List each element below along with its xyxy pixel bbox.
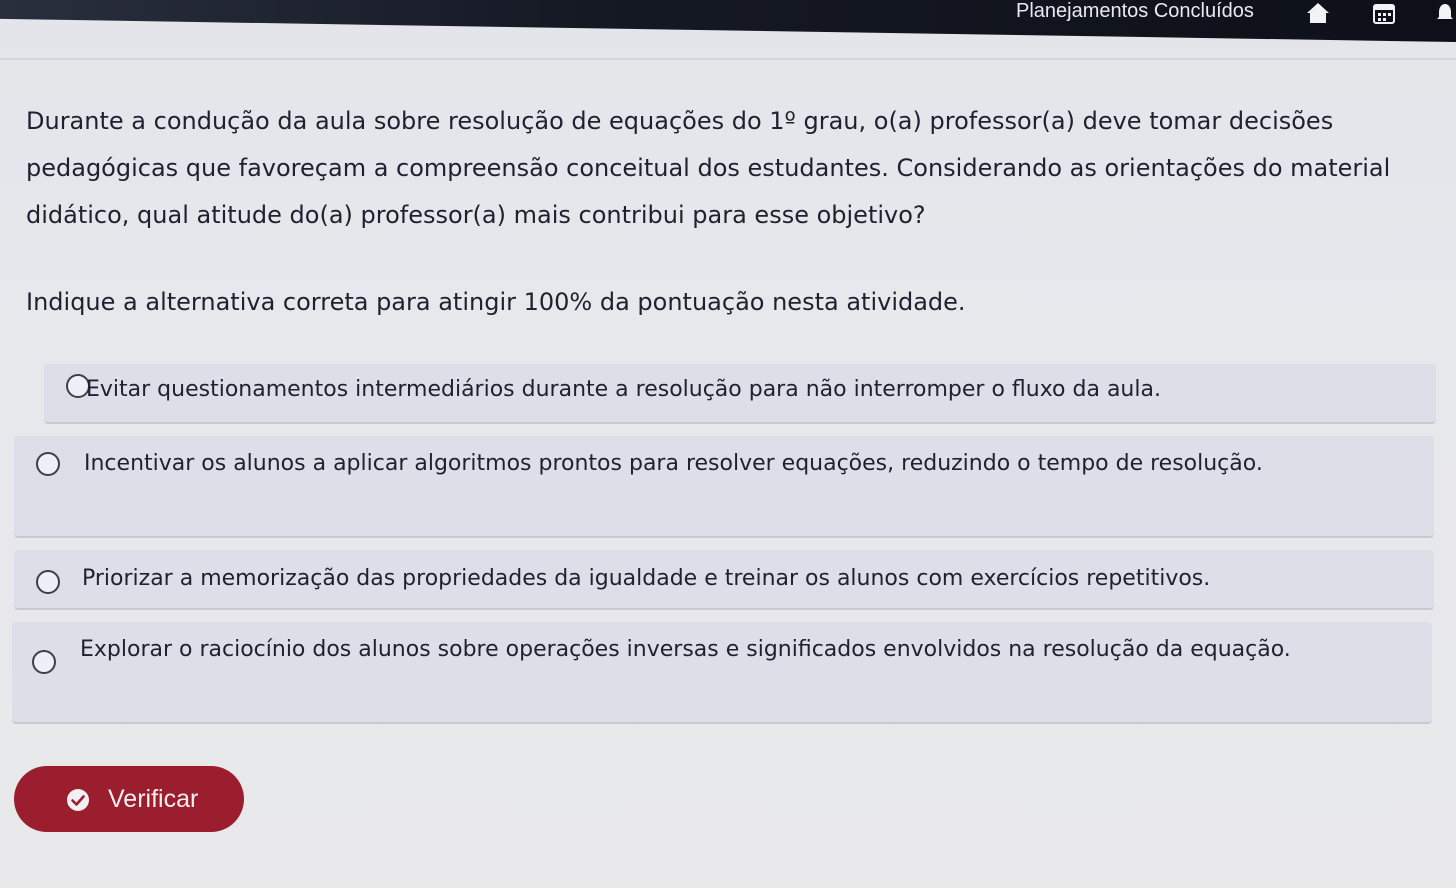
notification-icon[interactable] — [1436, 2, 1454, 24]
option-label: Priorizar a memorização das propriedades… — [82, 566, 1211, 591]
instruction-text: Indique a alternativa correta para ating… — [26, 288, 966, 316]
calendar-icon[interactable] — [1372, 2, 1396, 24]
home-icon[interactable] — [1306, 2, 1330, 24]
check-circle-icon — [66, 788, 90, 812]
option-a[interactable]: Evitar questionamentos intermediários du… — [44, 364, 1436, 424]
radio-button[interactable] — [36, 570, 60, 594]
option-label: Explorar o raciocínio dos alunos sobre o… — [80, 637, 1291, 662]
question-text: Durante a condução da aula sobre resoluç… — [26, 107, 1391, 229]
radio-button[interactable] — [36, 452, 60, 476]
header-title[interactable]: Planejamentos Concluídos — [1016, 0, 1254, 22]
option-b[interactable]: Incentivar os alunos a aplicar algoritmo… — [14, 436, 1434, 538]
verify-button[interactable]: Verificar — [14, 766, 244, 832]
verify-label: Verificar — [108, 785, 199, 813]
option-c[interactable]: Priorizar a memorização das propriedades… — [14, 550, 1434, 610]
radio-button[interactable] — [32, 650, 56, 674]
header-divider — [0, 58, 1456, 60]
option-d[interactable]: Explorar o raciocínio dos alunos sobre o… — [12, 622, 1432, 724]
option-label: Incentivar os alunos a aplicar algoritmo… — [84, 451, 1263, 476]
option-label: Evitar questionamentos intermediários du… — [86, 377, 1161, 402]
